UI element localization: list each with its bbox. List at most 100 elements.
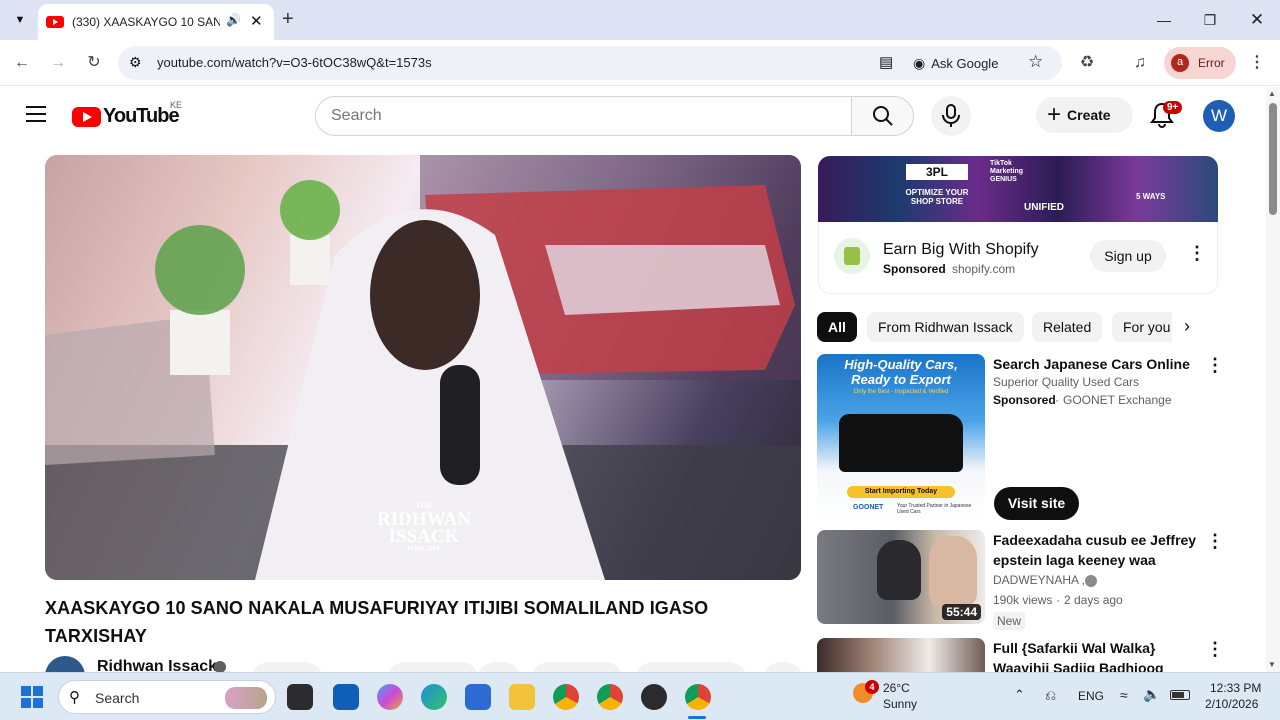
install-app-icon[interactable]: ▤ <box>879 53 893 71</box>
clock-time[interactable]: 12:33 PM <box>1210 681 1261 695</box>
search-input[interactable] <box>316 97 851 135</box>
thumb-brand: GOONET <box>853 504 884 511</box>
podcast-watermark: THE RIDHWAN ISSACK PODCAST <box>351 501 497 554</box>
video-player[interactable]: THE RIDHWAN ISSACK PODCAST <box>45 155 801 580</box>
chip-from-channel[interactable]: From Ridhwan Issack <box>867 312 1024 342</box>
reload-icon[interactable]: ↻ <box>82 51 106 75</box>
rec-more-icon[interactable]: ⋮ <box>1206 532 1224 550</box>
chevron-right-icon[interactable]: › <box>1184 316 1190 337</box>
tray-chevron-icon[interactable]: ⌃ <box>1014 687 1025 703</box>
browser-tab-active[interactable]: (330) XAASKAYGO 10 SANO 🔊 ✕ <box>38 4 274 40</box>
chip-related[interactable]: Related <box>1032 312 1103 342</box>
store-icon[interactable] <box>465 684 491 710</box>
volume-icon[interactable]: 🔈 <box>1143 686 1160 703</box>
scroll-up-icon[interactable]: ▲ <box>1268 89 1276 98</box>
rec-video-thumbnail[interactable]: 55:44 <box>817 530 985 624</box>
scroll-down-icon[interactable]: ▼ <box>1268 660 1276 669</box>
media-control-icon[interactable]: ♫ <box>1128 51 1152 75</box>
rec-channel-name[interactable]: DADWEYNAHA , <box>993 571 1085 589</box>
address-bar[interactable]: ⚙ youtube.com/watch?v=O3-6tOC38wQ&t=1573… <box>118 46 1062 80</box>
outlook-icon[interactable] <box>333 684 359 710</box>
chip-all[interactable]: All <box>817 312 857 342</box>
tab-search-icon[interactable]: ▼ <box>10 10 30 30</box>
hamburger-menu-icon[interactable] <box>26 106 46 122</box>
rec-ad-advertiser: GOONET Exchange <box>1063 393 1172 407</box>
youtube-logo[interactable]: YouTube KE <box>72 100 182 128</box>
extensions-icon[interactable]: ♻ <box>1075 51 1099 75</box>
rec-video-title[interactable]: Full {Safarkii Wal Walka} Waayihii Sadii… <box>993 638 1198 672</box>
verified-icon <box>1085 575 1097 587</box>
chip-for-you[interactable]: For you <box>1112 312 1172 342</box>
banner-text: OPTIMIZE YOUR SHOP STORE <box>905 188 969 206</box>
new-tab-icon[interactable]: + <box>282 8 294 31</box>
profile-button[interactable]: a Error <box>1164 47 1236 79</box>
ask-google-button[interactable]: ◉ Ask Google <box>913 52 998 74</box>
browser-menu-icon[interactable]: ⋮ <box>1245 51 1269 75</box>
chrome-dark-icon[interactable] <box>641 684 667 710</box>
chrome-profile-icon[interactable] <box>597 684 623 710</box>
channel-avatar[interactable] <box>45 656 85 672</box>
more-actions-button[interactable] <box>763 662 803 672</box>
voice-search-button[interactable] <box>931 96 971 136</box>
active-app-indicator <box>688 716 706 719</box>
windows-start-icon[interactable] <box>21 686 43 708</box>
window-close-icon[interactable]: ✕ <box>1245 8 1269 32</box>
battery-icon[interactable] <box>1170 690 1190 700</box>
account-avatar[interactable]: W <box>1203 100 1235 132</box>
youtube-header: YouTube KE + Create 9+ W <box>0 87 1266 143</box>
share-button[interactable] <box>477 662 521 672</box>
rec-video-title[interactable]: Fadeexadaha cusub ee Jeffrey epstein lag… <box>993 530 1198 570</box>
rec-more-icon[interactable]: ⋮ <box>1206 356 1224 374</box>
edge-icon[interactable] <box>421 684 447 710</box>
clock-date[interactable]: 2/10/2026 <box>1205 697 1258 711</box>
visit-site-button[interactable]: Visit site <box>994 487 1079 520</box>
video-duration: 55:44 <box>942 604 981 620</box>
restore-icon[interactable]: ❐ <box>1198 8 1222 32</box>
copilot-icon[interactable] <box>377 684 403 710</box>
search-box[interactable] <box>315 96 852 136</box>
language-indicator[interactable]: ENG <box>1078 689 1104 703</box>
banner-text: 3PL <box>906 164 968 180</box>
ad-banner-image[interactable]: 3PL OPTIMIZE YOUR SHOP STORE UNIFIED 5 W… <box>818 156 1218 222</box>
thumb-tagline: Your Trusted Partner in Japanese Used Ca… <box>897 503 972 515</box>
rec-ad-title[interactable]: Search Japanese Cars Online <box>993 354 1198 374</box>
ad-card[interactable]: Earn Big With Shopify Sponsored · shopif… <box>818 222 1218 294</box>
file-explorer-icon[interactable] <box>509 684 535 710</box>
chrome-icon[interactable] <box>553 684 579 710</box>
speaker-icon[interactable]: 🔊 <box>226 13 241 27</box>
weather-text: Sunny <box>883 697 918 711</box>
search-button[interactable] <box>851 96 914 136</box>
rec-video-thumbnail[interactable] <box>817 638 985 672</box>
ad-more-icon[interactable]: ⋮ <box>1188 244 1206 262</box>
taskbar-search-box[interactable]: ⚲ Search <box>58 680 276 714</box>
rec-more-icon[interactable]: ⋮ <box>1206 640 1224 658</box>
forward-icon[interactable]: → <box>46 51 70 75</box>
subscribe-button[interactable] <box>251 662 323 672</box>
save-button[interactable] <box>531 662 623 672</box>
like-button[interactable] <box>387 662 479 672</box>
task-view-icon[interactable] <box>287 684 313 710</box>
wifi-icon[interactable]: ≈ <box>1120 687 1128 703</box>
site-info-icon[interactable]: ⚙ <box>129 54 142 71</box>
minimize-icon[interactable]: — <box>1152 8 1176 32</box>
bookmark-star-icon[interactable]: ☆ <box>1028 52 1043 72</box>
create-button[interactable]: + Create <box>1036 97 1133 133</box>
tab-close-icon[interactable]: ✕ <box>250 12 263 30</box>
channel-name[interactable]: Ridhwan Issack <box>97 658 217 672</box>
sponsored-label: Sponsored <box>993 393 1056 407</box>
chrome-active-icon[interactable] <box>685 684 711 710</box>
country-code: KE <box>170 100 183 110</box>
taskbar-search-label: Search <box>95 690 140 706</box>
offline-icon[interactable]: ⎌ <box>1045 687 1056 704</box>
download-button[interactable] <box>635 662 747 672</box>
watermark-line: ISSACK <box>388 526 460 547</box>
youtube-favicon-icon <box>46 16 64 28</box>
weather-badge: 4 <box>865 680 879 694</box>
back-icon[interactable]: ← <box>10 51 34 75</box>
scrollbar-thumb[interactable] <box>1269 103 1277 215</box>
suv-image <box>839 414 963 472</box>
tab-title: (330) XAASKAYGO 10 SANO <box>72 15 220 29</box>
rec-ad-thumbnail[interactable]: High-Quality Cars, Ready to Export Only … <box>817 354 985 521</box>
page-scrollbar[interactable]: ▲ ▼ <box>1266 87 1280 672</box>
sign-up-button[interactable]: Sign up <box>1090 240 1166 272</box>
